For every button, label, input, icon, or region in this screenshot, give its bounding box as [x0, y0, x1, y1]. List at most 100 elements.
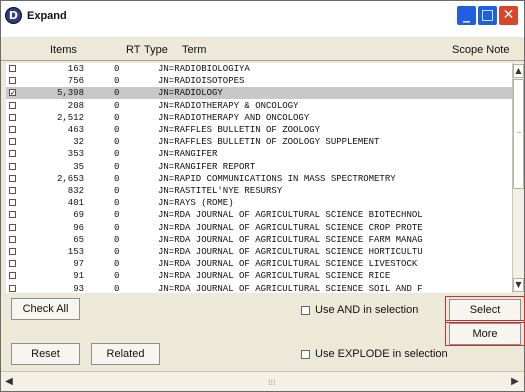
header-type[interactable]: Type — [144, 44, 168, 56]
row-checkbox[interactable] — [9, 260, 16, 268]
row-checkbox[interactable] — [9, 187, 16, 194]
row-items: 91 — [73, 271, 84, 282]
list-item[interactable]: 91 0 JN=RDA JOURNAL OF AGRICULTURAL SCIENC… — [6, 270, 512, 282]
list-item[interactable]: 65 0 JN=RDA JOURNAL OF AGRICULTURAL SCIENC… — [6, 234, 512, 246]
row-term: JN=RADIOLOGY — [158, 88, 223, 99]
row-term: JN=RADIOTHERAPY AND ONCOLOGY — [158, 112, 310, 123]
row-items: 401 — [67, 198, 84, 209]
row-rt: 0 — [114, 173, 120, 184]
vertical-scrollbar[interactable]: ▲ ▼ — [512, 63, 524, 293]
list-item[interactable]: 96 0 JN=RDA JOURNAL OF AGRICULTURAL SCIENC… — [6, 222, 512, 234]
row-checkbox[interactable] — [9, 199, 16, 207]
horizontal-scrollbar[interactable]: ◀ ⁞⁞⁞ ▶ — [1, 371, 524, 391]
row-term: JN=RADIOBIOLOGIYA — [158, 64, 250, 74]
row-checkbox[interactable] — [9, 235, 16, 243]
row-checkbox[interactable] — [9, 162, 16, 170]
header-items[interactable]: Items — [50, 44, 77, 56]
row-rt: 0 — [114, 259, 120, 270]
row-checkbox[interactable]: ✓ — [9, 89, 16, 97]
related-button[interactable]: Related — [91, 343, 160, 365]
row-term: JN=RADIOTHERAPY & ONCOLOGY — [158, 100, 299, 111]
row-checkbox[interactable] — [9, 126, 16, 133]
row-term: JN=RAYS (ROME) — [158, 198, 234, 209]
row-checkbox[interactable] — [9, 248, 16, 255]
row-checkbox[interactable] — [9, 272, 16, 280]
list-item[interactable]: 2,512 0 JN=RADIOTHERAPY AND ONCOLOGY — [6, 112, 512, 124]
list-item[interactable]: 35 0 JN=RANGIFER REPORT — [6, 161, 512, 173]
list-item[interactable]: ✓ 5,398 0 JN=RADIOLOGY — [6, 87, 512, 100]
scroll-down-icon[interactable]: ▼ — [513, 278, 524, 292]
term-list[interactable]: 163 0 JN=RADIOBIOLOGIYA 756 0 JN=RADIOISOTOPE… — [6, 63, 512, 293]
row-rt: 0 — [114, 137, 120, 148]
use-explode-checkbox-box[interactable] — [301, 350, 310, 359]
header-rt[interactable]: RT — [126, 44, 140, 56]
check-all-button[interactable]: Check All — [11, 298, 80, 320]
list-item[interactable]: 463 0 JN=RAFFLES BULLETIN OF ZOOLOGY — [6, 124, 512, 136]
list-item[interactable]: 756 0 JN=RADIOISOTOPES — [6, 75, 512, 87]
list-item[interactable]: 401 0 JN=RAYS (ROME) — [6, 197, 512, 209]
row-checkbox[interactable] — [9, 211, 16, 219]
row-items: 2,653 — [56, 173, 84, 184]
close-button[interactable]: ✕ — [498, 5, 519, 26]
row-rt: 0 — [114, 271, 120, 282]
minimize-button[interactable]: _ — [456, 5, 477, 26]
row-rt: 0 — [114, 112, 120, 123]
scroll-left-icon[interactable]: ◀ — [4, 375, 14, 389]
row-term: JN=RANGIFER — [158, 149, 218, 160]
list-item[interactable]: 353 0 JN=RANGIFER — [6, 148, 512, 160]
row-checkbox[interactable] — [9, 101, 16, 109]
list-item[interactable]: 97 0 JN=RDA JOURNAL OF AGRICULTURAL SCIENC… — [6, 258, 512, 270]
list-item[interactable]: 163 0 JN=RADIOBIOLOGIYA — [6, 63, 512, 75]
row-items: 2,512 — [56, 112, 84, 123]
row-term: JN=RASTITEL'NYE RESURSY — [158, 186, 283, 196]
row-rt: 0 — [114, 149, 120, 160]
row-items: 93 — [73, 283, 84, 293]
scroll-right-icon[interactable]: ▶ — [510, 375, 520, 389]
list-item[interactable]: 153 0 JN=RDA JOURNAL OF AGRICULTURAL SCIEN… — [6, 246, 512, 258]
list-item[interactable]: 32 0 JN=RAFFLES BULLETIN OF ZOOLOGY SUPPLE… — [6, 136, 512, 148]
row-rt: 0 — [114, 64, 120, 74]
row-rt: 0 — [114, 247, 120, 257]
use-and-checkbox-box[interactable] — [301, 306, 310, 315]
row-items: 69 — [73, 210, 84, 221]
list-item[interactable]: 2,653 0 JN=RAPID COMMUNICATIONS IN MASS SP… — [6, 173, 512, 185]
row-checkbox[interactable] — [9, 284, 16, 292]
select-button[interactable]: Select — [449, 299, 521, 321]
row-items: 65 — [73, 234, 84, 245]
row-checkbox[interactable] — [9, 138, 16, 146]
header-term[interactable]: Term — [182, 44, 206, 56]
row-rt: 0 — [114, 198, 120, 209]
list-item[interactable]: 69 0 JN=RDA JOURNAL OF AGRICULTURAL SCIENC… — [6, 209, 512, 221]
list-item[interactable]: 208 0 JN=RADIOTHERAPY & ONCOLOGY — [6, 100, 512, 112]
title-bar[interactable]: D Expand _ □ ✕ — [1, 1, 524, 37]
row-rt: 0 — [114, 125, 120, 135]
row-term: JN=RAFFLES BULLETIN OF ZOOLOGY SUPPLEMEN… — [158, 137, 380, 148]
row-rt: 0 — [114, 222, 120, 233]
row-term: JN=RDA JOURNAL OF AGRICULTURAL SCIENCE S… — [158, 283, 423, 293]
list-item[interactable]: 93 0 JN=RDA JOURNAL OF AGRICULTURAL SCIENC… — [6, 283, 512, 293]
header-scope-note[interactable]: Scope Note — [452, 44, 509, 56]
reset-button[interactable]: Reset — [11, 343, 80, 365]
row-term: JN=RDA JOURNAL OF AGRICULTURAL SCIENCE R… — [158, 271, 391, 282]
maximize-button[interactable]: □ — [477, 5, 498, 26]
scroll-up-icon[interactable]: ▲ — [513, 64, 524, 78]
row-term: JN=RDA JOURNAL OF AGRICULTURAL SCIENCE H… — [158, 247, 423, 257]
row-items: 5,398 — [56, 88, 84, 99]
row-checkbox[interactable] — [9, 150, 16, 158]
row-items: 97 — [73, 259, 84, 270]
row-checkbox[interactable] — [9, 113, 16, 121]
row-items: 153 — [67, 247, 84, 257]
more-button[interactable]: More — [449, 323, 521, 345]
row-items: 756 — [67, 76, 84, 87]
row-checkbox[interactable] — [9, 77, 16, 85]
scroll-thumb[interactable] — [513, 79, 524, 189]
row-checkbox[interactable] — [9, 174, 16, 182]
row-checkbox[interactable] — [9, 65, 16, 72]
row-rt: 0 — [114, 100, 120, 111]
row-rt: 0 — [114, 161, 120, 172]
column-header: Items RT Type Term Scope Note — [1, 37, 524, 61]
row-term: JN=RADIOISOTOPES — [158, 76, 245, 87]
list-item[interactable]: 832 0 JN=RASTITEL'NYE RESURSY — [6, 185, 512, 197]
action-panel: Check All Reset Related Use AND in selec… — [1, 295, 525, 371]
row-checkbox[interactable] — [9, 223, 16, 231]
